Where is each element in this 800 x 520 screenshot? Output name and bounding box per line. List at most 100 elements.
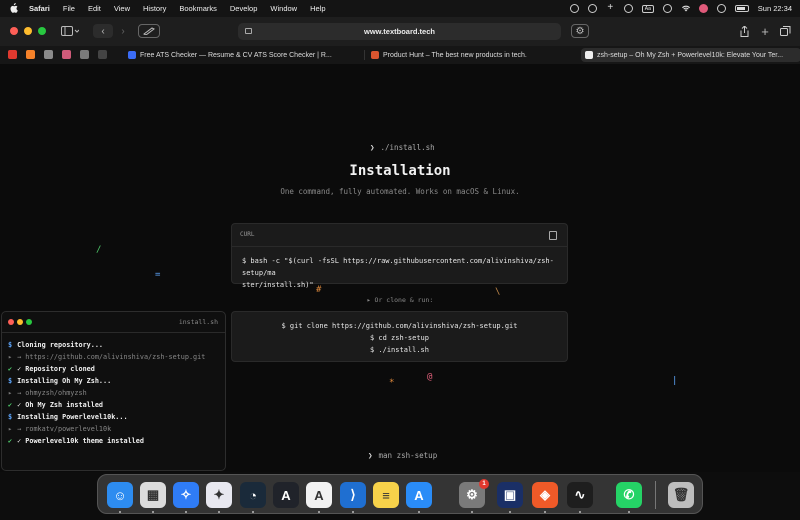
section-command: ❯ ./install.sh: [370, 143, 435, 152]
share-icon[interactable]: [737, 24, 751, 38]
menu-bookmarks[interactable]: Bookmarks: [179, 4, 217, 13]
edit-icon[interactable]: [138, 24, 160, 38]
close-window-button[interactable]: [10, 27, 18, 35]
dock-app-screen-icon[interactable]: ▣: [497, 482, 523, 508]
dock-app-launchpad-icon[interactable]: ▦: [140, 482, 166, 508]
minimize-window-button[interactable]: [24, 27, 32, 35]
clock[interactable]: Sun 22:34: [758, 4, 792, 13]
tab-overview-icon[interactable]: [778, 24, 792, 38]
terminal-line-text: Installing Oh My Zsh...: [17, 377, 112, 385]
forward-icon[interactable]: ›: [115, 24, 131, 38]
dock-app-glyph: 🗑: [672, 487, 690, 502]
terminal-close-button[interactable]: [8, 319, 14, 325]
battery-icon[interactable]: [734, 5, 749, 12]
menu-file[interactable]: File: [63, 4, 75, 13]
terminal-minimize-button[interactable]: [17, 319, 23, 325]
menu-window[interactable]: Window: [270, 4, 297, 13]
tab-divider: [364, 50, 365, 60]
dock-running-indicator: [318, 511, 320, 513]
terminal-line: ▸ → https://github.com/alivinshiva/zsh-se…: [8, 351, 219, 363]
dock-running-indicator: [544, 511, 546, 513]
text-input-icon[interactable]: Aa: [641, 4, 654, 13]
code-line: $ cd zsh-setup: [369, 334, 429, 342]
zoom-window-button[interactable]: [38, 27, 46, 35]
clone-code-block[interactable]: $ git clone https://github.com/alivinshi…: [232, 312, 567, 356]
back-icon[interactable]: ‹: [93, 24, 113, 38]
dock-app-app-store-icon[interactable]: A: [406, 482, 432, 508]
dock-app-brave-icon[interactable]: ◈: [532, 482, 558, 508]
terminal-prompt-glyph: ✔: [8, 365, 13, 373]
tab-ats-checker[interactable]: Free ATS Checker — Resume & CV ATS Score…: [128, 48, 358, 62]
dock-app-trash-icon[interactable]: 🗑: [668, 482, 694, 508]
dock-app-chat-icon[interactable]: ✦: [206, 482, 232, 508]
dock-app-glyph: ◔: [249, 487, 257, 503]
web-page: ❯ ./install.sh Installation One command, …: [0, 64, 800, 472]
dock-running-indicator: [418, 511, 420, 513]
new-tab-icon[interactable]: +: [758, 24, 772, 39]
prompt-arrow-icon: ❯: [370, 143, 375, 152]
pinned-tab-icon[interactable]: [98, 50, 107, 59]
status-icon[interactable]: [569, 4, 579, 13]
plus-icon[interactable]: +: [606, 3, 615, 13]
terminal-line-text: Installing Powerlevel10k...: [17, 413, 128, 421]
menu-view[interactable]: View: [114, 4, 130, 13]
decoration-glyph: *: [389, 378, 395, 388]
curl-code-block[interactable]: $ bash -c "$(curl -fsSL https://raw.gith…: [232, 247, 567, 299]
dock-app-glyph: ◈: [540, 487, 550, 502]
dock-app-arc-icon[interactable]: A: [273, 482, 299, 508]
dock-app-finder-icon[interactable]: ☺: [107, 482, 133, 508]
dock-running-indicator: [579, 511, 581, 513]
page-title: Installation: [349, 163, 451, 179]
wifi-icon[interactable]: [681, 4, 690, 13]
record-icon[interactable]: [623, 4, 633, 13]
tab-product-hunt[interactable]: Product Hunt – The best new products in …: [371, 48, 567, 62]
menu-edit[interactable]: Edit: [88, 4, 101, 13]
curl-card-header: CURL: [232, 224, 567, 247]
terminal-line-text: → romkatv/powerlevel10k: [17, 425, 112, 433]
dock-app-activity-monitor-icon[interactable]: ∿: [567, 482, 593, 508]
curl-card: CURL $ bash -c "$(curl -fsSL https://raw…: [231, 223, 568, 289]
terminal-prompt-glyph: ▸: [8, 353, 13, 361]
tab-title: zsh-setup – Oh My Zsh + Powerlevel10k: E…: [597, 51, 784, 59]
menu-history[interactable]: History: [143, 4, 166, 13]
pinned-tab-icon[interactable]: [44, 50, 53, 59]
dock-app-notes-icon[interactable]: ≡: [373, 482, 399, 508]
dock-app-glyph: ⚙: [466, 487, 478, 502]
dock-app-glyph: ▦: [146, 487, 160, 502]
profile-icon[interactable]: [698, 4, 708, 13]
dock-app-whatsapp-icon[interactable]: ✆: [616, 482, 642, 508]
pinned-tab-icon[interactable]: [80, 50, 89, 59]
terminal-line-text: → https://github.com/alivinshiva/zsh-set…: [17, 353, 206, 361]
pinned-tab-icon[interactable]: [8, 50, 17, 59]
dock-app-vs-code-icon[interactable]: ⟩: [340, 482, 366, 508]
terminal-line: ▸ → ohmyzsh/ohmyzsh: [8, 387, 219, 399]
address-bar[interactable]: www.textboard.tech: [238, 23, 561, 40]
dock-app-arc-alt-icon[interactable]: A: [306, 482, 332, 508]
menu-develop[interactable]: Develop: [230, 4, 258, 13]
apple-icon[interactable]: [9, 2, 19, 15]
sidebar-toggle-icon[interactable]: [57, 24, 83, 38]
dock-running-indicator: [218, 511, 220, 513]
decoration-glyph: =: [155, 270, 161, 280]
tab-zsh-setup[interactable]: zsh-setup – Oh My Zsh + Powerlevel10k: E…: [581, 48, 800, 62]
settings-gear-icon[interactable]: ⚙: [571, 24, 589, 38]
menu-help[interactable]: Help: [310, 4, 325, 13]
dock-app-wireless-icon[interactable]: ◔: [240, 482, 266, 508]
copy-icon[interactable]: [549, 231, 557, 240]
page-subtitle: One command, fully automated. Works on m…: [280, 187, 520, 196]
menu-app-name[interactable]: Safari: [29, 4, 50, 13]
dock-app-safari-icon[interactable]: ✧: [173, 482, 199, 508]
dark-mode-icon[interactable]: [662, 4, 672, 13]
terminal-zoom-button[interactable]: [26, 319, 32, 325]
pinned-tab-icon[interactable]: [26, 50, 35, 59]
pinned-tab-icon[interactable]: [62, 50, 71, 59]
terminal-line: ✔ ✓ Powerlevel10k theme installed: [8, 435, 219, 447]
terminal-line-text: Cloning repository...: [17, 341, 104, 349]
page-icon: [245, 28, 252, 34]
dock-app-glyph: ∿: [574, 487, 586, 502]
terminal-line: ✔ ✓ Oh My Zsh installed: [8, 399, 219, 411]
spotlight-icon[interactable]: [716, 4, 726, 13]
tab-favicon: [128, 51, 136, 59]
dock-app-system-settings-icon[interactable]: ⚙ 1: [459, 479, 489, 508]
sync-icon[interactable]: [587, 4, 597, 13]
